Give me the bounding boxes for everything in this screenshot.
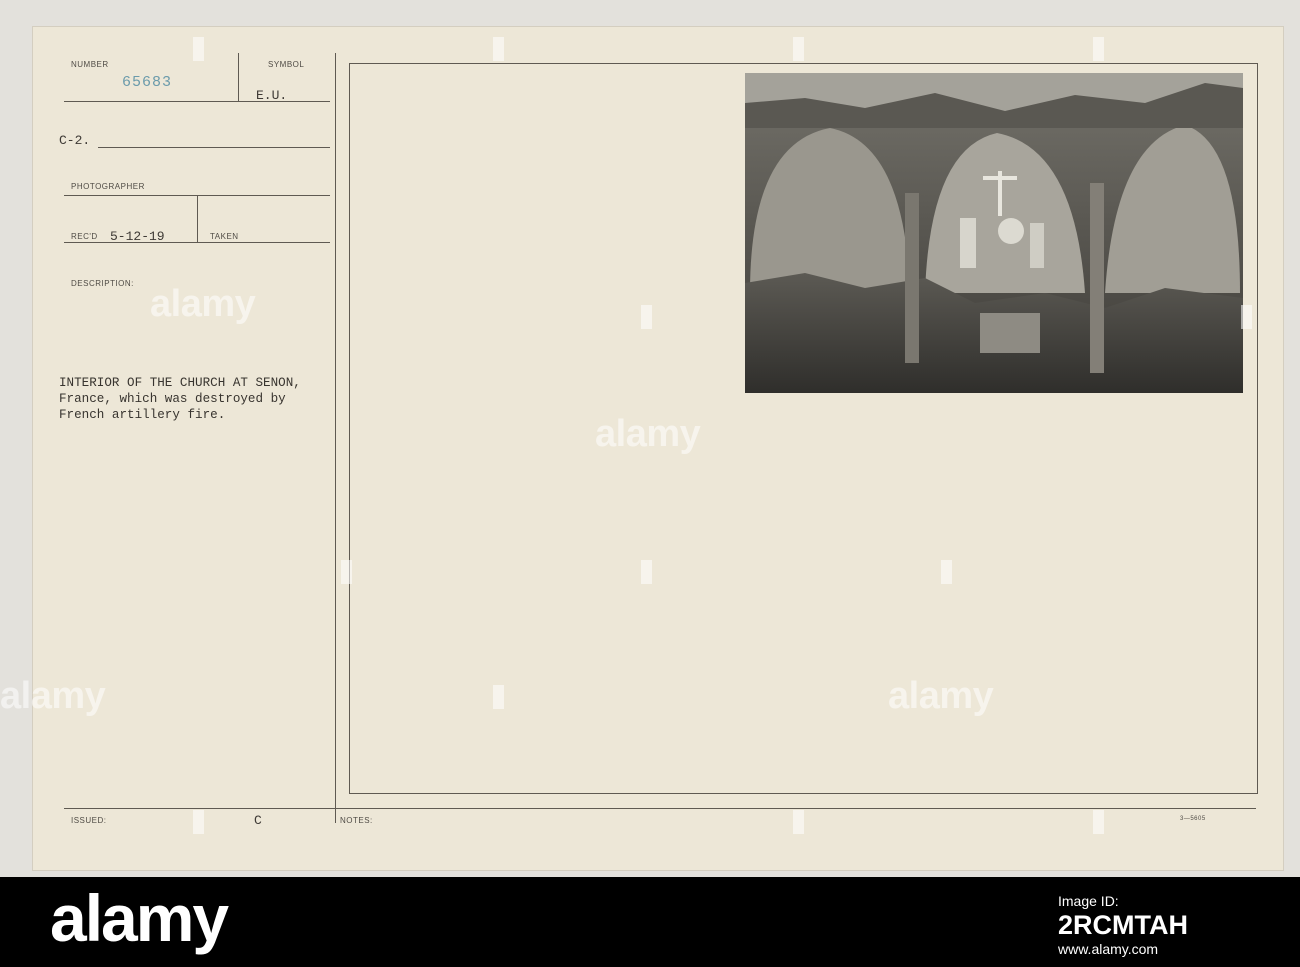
watermark-mark — [1093, 37, 1104, 61]
description-line-2: France, which was destroyed by — [59, 392, 286, 406]
watermark-mark — [941, 560, 952, 584]
issued-value: C — [254, 813, 262, 828]
watermark-text: alamy — [150, 283, 256, 325]
symbol-label: SYMBOL — [268, 60, 305, 69]
watermark-mark — [493, 37, 504, 61]
alamy-logo[interactable]: alamy — [50, 880, 229, 956]
issued-label: ISSUED: — [71, 816, 107, 825]
watermark-text: alamy — [595, 413, 701, 455]
church-interior-photo — [745, 73, 1243, 393]
watermark-mark — [1241, 305, 1252, 329]
header-divider — [238, 53, 239, 101]
ruined-church-illustration — [745, 73, 1243, 393]
watermark-text: alamy — [888, 675, 994, 717]
rule-recd — [64, 242, 330, 243]
form-code: 3—5605 — [1180, 816, 1206, 822]
watermark-mark — [793, 37, 804, 61]
rule-number — [64, 101, 330, 102]
watermark-text: alamy — [0, 675, 106, 717]
watermark-mark — [341, 560, 352, 584]
notes-label: NOTES: — [340, 816, 373, 825]
number-label: NUMBER — [71, 60, 109, 69]
watermark-mark — [493, 685, 504, 709]
watermark-mark — [641, 560, 652, 584]
column-divider — [335, 53, 336, 823]
watermark-mark — [1093, 810, 1104, 834]
code-value: C-2. — [59, 133, 91, 148]
recd-divider — [197, 196, 198, 242]
watermark-mark — [641, 305, 652, 329]
description-line-3: French artillery fire. — [59, 408, 226, 422]
description-line-1: INTERIOR OF THE CHURCH AT SENON, — [59, 376, 301, 390]
watermark-mark — [793, 810, 804, 834]
photographer-label: PHOTOGRAPHER — [71, 182, 145, 191]
rule-code — [98, 147, 330, 148]
taken-label: TAKEN — [210, 232, 239, 241]
rule-bottom — [64, 808, 1256, 809]
description-label: DESCRIPTION: — [71, 279, 134, 288]
recd-label: REC'D — [71, 232, 98, 241]
image-id-label: Image ID: — [1058, 893, 1119, 909]
watermark-mark — [193, 37, 204, 61]
watermark-mark — [193, 810, 204, 834]
image-id: 2RCMTAH — [1058, 910, 1188, 940]
number-value: 65683 — [122, 74, 173, 91]
alamy-url[interactable]: www.alamy.com — [1058, 941, 1158, 957]
